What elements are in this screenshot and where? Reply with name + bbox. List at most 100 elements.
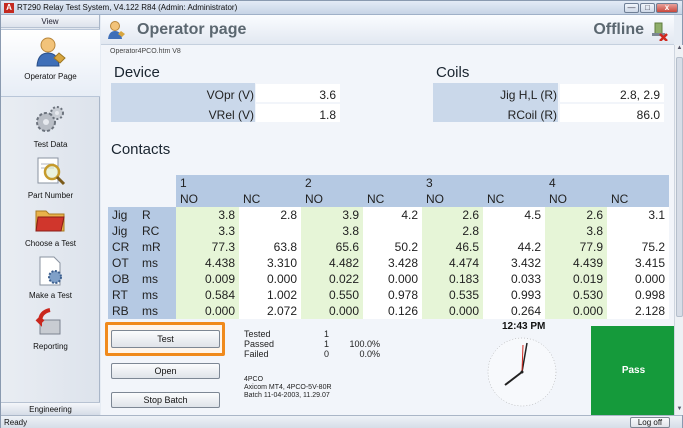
part-description: Axicom MT4, 4PCO-5V-80R [244, 384, 332, 391]
table-cell: 3.8 [545, 223, 607, 239]
table-cell: 0.000 [545, 303, 607, 319]
operator-icon [108, 21, 125, 39]
sidebar-item-label: Reporting [33, 342, 68, 351]
contact-subheader: NC [483, 191, 545, 207]
jig-hl-value: 2.8, 2.9 [560, 84, 664, 102]
contact-subheader: NO [422, 191, 483, 207]
batch-stats: Tested 1 Passed 1 100.0% Failed 0 0.0% [244, 329, 380, 359]
failed-percent: 0.0% [359, 349, 380, 359]
row-name: OB [108, 271, 138, 287]
group-header: 4 [545, 175, 669, 191]
table-cell: 3.415 [607, 255, 669, 271]
passed-label: Passed [244, 339, 275, 349]
analog-clock [487, 337, 557, 407]
scroll-up-icon[interactable]: ▲ [675, 45, 683, 54]
group-header: 3 [422, 175, 545, 191]
contacts-table: 1 2 3 4 NO NC NO NC NO NC NO NC Jig R 3.8 2.8 3.9 4.… [108, 175, 669, 319]
table-cell: 0.000 [363, 271, 422, 287]
status-text: Ready [4, 418, 28, 427]
table-cell: 0.126 [363, 303, 422, 319]
table-cell: 0.022 [301, 271, 363, 287]
table-row: Jig RC 3.3 3.8 2.8 3.8 [108, 223, 669, 239]
table-cell: 75.2 [607, 239, 669, 255]
rcoil-label: RCoil (R) [507, 108, 557, 122]
window-title: RT290 Relay Test System, V4.122 R84 (Adm… [17, 3, 238, 12]
contacts-heading: Contacts [111, 141, 171, 158]
table-cell: 0.584 [176, 287, 239, 303]
row-name: Jig [108, 207, 138, 223]
table-cell: 2.128 [607, 303, 669, 319]
sidebar-item-operator-page[interactable]: Operator Page [1, 29, 100, 97]
table-cell: 0.000 [301, 303, 363, 319]
table-row: OT ms 4.438 3.310 4.482 3.428 4.474 3.432 4.439 3… [108, 255, 669, 271]
table-cell: 0.000 [422, 303, 483, 319]
table-cell: 3.432 [483, 255, 545, 271]
table-cell: 4.2 [363, 207, 422, 223]
minimize-button[interactable]: — [624, 3, 639, 13]
coils-heading: Coils [436, 64, 470, 81]
table-cell [239, 223, 301, 239]
table-cell: 0.993 [483, 287, 545, 303]
log-off-button[interactable]: Log off [630, 417, 670, 428]
sidebar-item-label: Test Data [33, 140, 68, 149]
tested-percent [340, 329, 380, 339]
app-window: A RT290 Relay Test System, V4.122 R84 (A… [0, 0, 683, 428]
rcoil-value: 86.0 [560, 104, 664, 122]
row-name: CR [108, 239, 138, 255]
contact-subheader: NC [607, 191, 669, 207]
contact-subheader: NO [176, 191, 239, 207]
table-cell: 0.033 [483, 271, 545, 287]
passed-count: 1 [324, 339, 330, 349]
table-cell: 0.009 [176, 271, 239, 287]
table-cell: 2.6 [422, 207, 483, 223]
row-name: RB [108, 303, 138, 319]
table-cell: 4.439 [545, 255, 607, 271]
table-row: CR mR 77.3 63.8 65.6 50.2 46.5 44.2 77.9 75.2 [108, 239, 669, 255]
contact-subheader: NC [239, 191, 301, 207]
close-button[interactable]: x [656, 3, 678, 13]
table-cell: 4.438 [176, 255, 239, 271]
sidebar-item-label: Make a Test [29, 291, 72, 300]
table-cell: 1.002 [239, 287, 301, 303]
table-cell [363, 223, 422, 239]
scroll-down-icon[interactable]: ▼ [675, 406, 683, 415]
table-cell: 3.310 [239, 255, 301, 271]
contact-subheader: NO [545, 191, 607, 207]
test-button[interactable]: Test [111, 330, 220, 348]
operator-icon [36, 37, 66, 67]
vertical-scrollbar[interactable]: ▲ ▼ [674, 45, 683, 415]
table-cell: 50.2 [363, 239, 422, 255]
table-cell: 0.978 [363, 287, 422, 303]
document-gear-icon [39, 256, 62, 286]
group-header: 1 [176, 175, 301, 191]
row-unit: ms [138, 287, 176, 303]
table-cell: 77.3 [176, 239, 239, 255]
table-cell: 2.8 [239, 207, 301, 223]
sidebar-footer-engineering[interactable]: Engineering [1, 402, 100, 415]
table-cell: 0.550 [301, 287, 363, 303]
table-cell [483, 223, 545, 239]
sidebar-item-label: Choose a Test [25, 239, 76, 248]
table-cell: 0.998 [607, 287, 669, 303]
table-cell: 3.428 [363, 255, 422, 271]
table-cell: 0.000 [607, 271, 669, 287]
table-cell: 4.474 [422, 255, 483, 271]
scroll-thumb[interactable] [676, 57, 683, 317]
row-unit: RC [138, 223, 176, 239]
row-name: Jig [108, 223, 138, 239]
table-row: Jig R 3.8 2.8 3.9 4.2 2.6 4.5 2.6 3.1 [108, 207, 669, 223]
connection-status: Offline [593, 21, 644, 38]
folder-icon [35, 210, 65, 232]
table-cell: 46.5 [422, 239, 483, 255]
table-cell: 0.000 [176, 303, 239, 319]
table-cell: 2.8 [422, 223, 483, 239]
table-cell: 3.8 [176, 207, 239, 223]
disconnect-icon[interactable] [649, 21, 669, 41]
open-button[interactable]: Open [111, 363, 220, 379]
stop-batch-button[interactable]: Stop Batch [111, 392, 220, 408]
sidebar-header: View [1, 15, 99, 28]
contact-subheader: NC [363, 191, 422, 207]
maximize-button[interactable]: □ [640, 3, 655, 13]
sidebar-item-label: Operator Page [24, 72, 77, 81]
sidebar-item-reporting[interactable]: Reporting [1, 300, 100, 368]
